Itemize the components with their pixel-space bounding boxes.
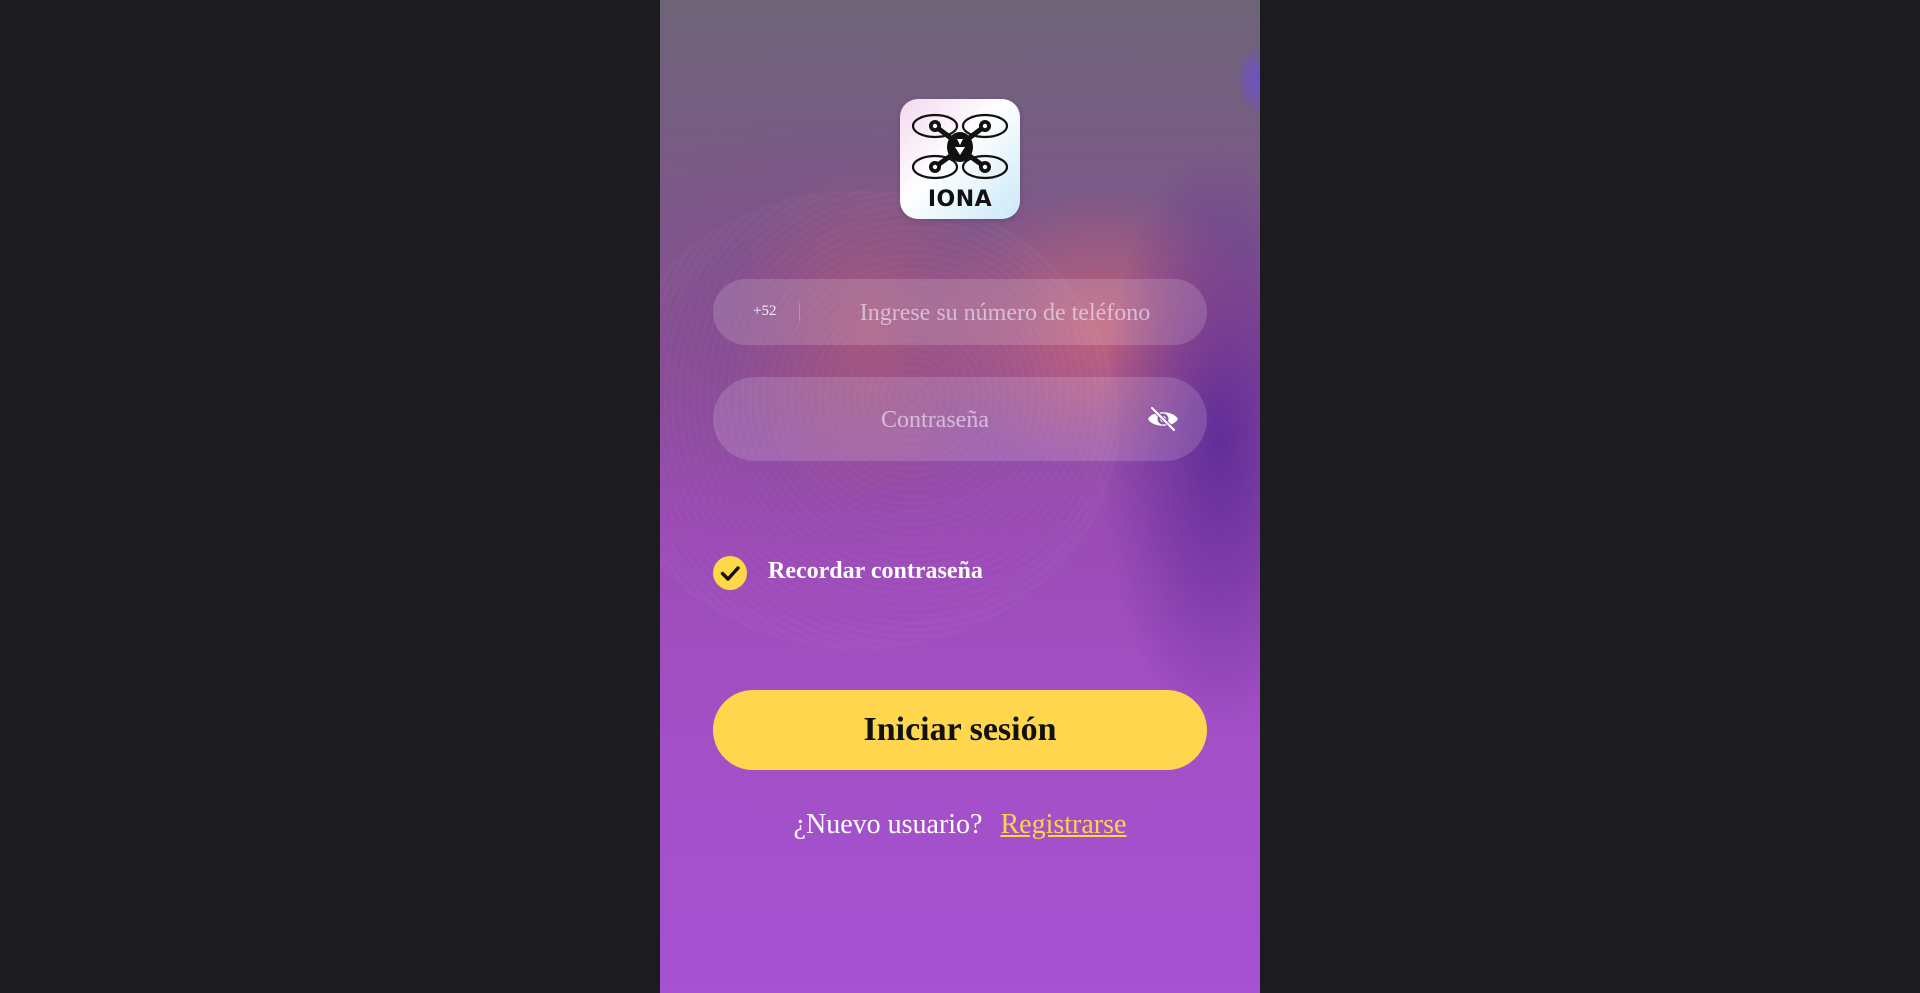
phone-input[interactable]	[813, 289, 1197, 337]
register-row: ¿Nuevo usuario? Registrarse	[660, 809, 1260, 841]
background-blob	[1240, 40, 1260, 120]
country-code-selector[interactable]: +52	[753, 303, 776, 320]
eye-off-icon[interactable]	[1146, 405, 1180, 433]
remember-label: Recordar contraseña	[768, 558, 983, 584]
password-input[interactable]	[733, 395, 1137, 445]
password-field[interactable]	[713, 377, 1207, 461]
remember-checkbox[interactable]	[713, 556, 747, 590]
divider	[799, 303, 800, 321]
login-button[interactable]: Iniciar sesión	[713, 690, 1207, 770]
login-screen: IONA +52 Recordar contraseña Iniciar ses…	[660, 0, 1260, 993]
register-link[interactable]: Registrarse	[1000, 809, 1126, 840]
app-logo: IONA	[900, 99, 1020, 219]
new-user-text: ¿Nuevo usuario?	[793, 809, 983, 840]
logo-wordmark: IONA	[927, 187, 993, 212]
phone-field[interactable]: +52	[713, 279, 1207, 345]
checkmark-icon	[720, 566, 740, 581]
